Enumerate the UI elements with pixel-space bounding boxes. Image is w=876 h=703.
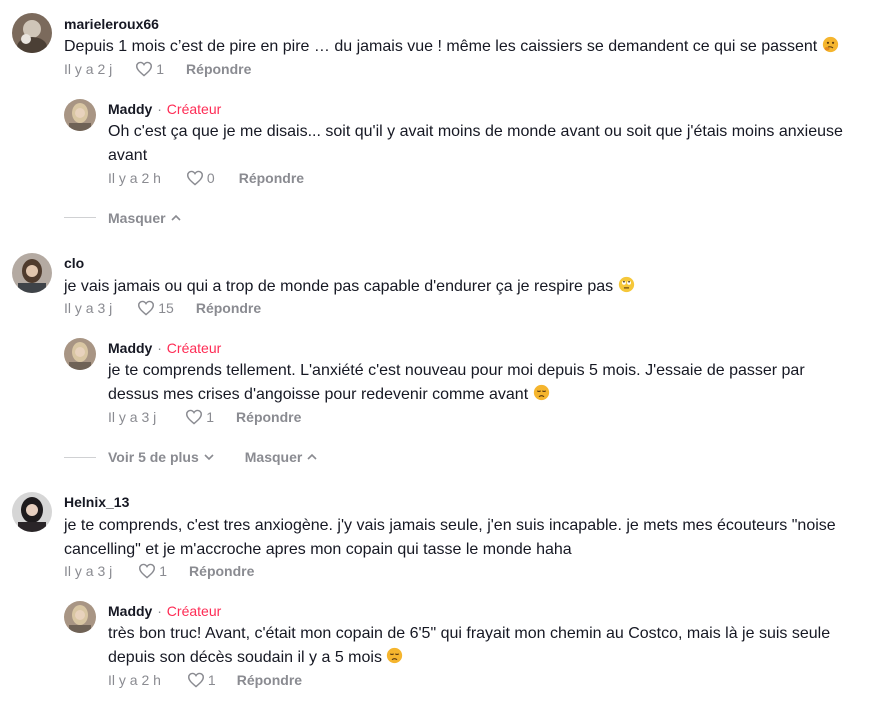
comment-timestamp: Il y a 3 j [64, 300, 113, 316]
thread-controls: Masquer [108, 210, 181, 226]
reply-button[interactable]: Répondre [196, 300, 261, 316]
like-count: 1 [159, 563, 168, 579]
reply-timestamp: Il y a 2 h [108, 672, 161, 688]
like-button[interactable]: 0 [186, 170, 215, 186]
comment-username[interactable]: clo [64, 255, 84, 271]
view-more-replies-button[interactable]: Voir 5 de plus [108, 449, 214, 465]
heart-icon [136, 61, 153, 77]
like-count: 15 [158, 300, 174, 316]
like-button[interactable]: 15 [137, 300, 174, 316]
heart-icon [139, 563, 156, 579]
creator-badge: Créateur [166, 101, 222, 117]
comment-username[interactable]: marieleroux66 [64, 16, 159, 32]
comment-meta: Il y a 3 j 1 Répondre [64, 563, 254, 579]
reply-author[interactable]: Maddy [108, 340, 152, 356]
comment-meta: Il y a 3 j 15 Répondre [64, 300, 261, 316]
reply-author[interactable]: Maddy [108, 603, 152, 619]
like-button[interactable]: 1 [138, 563, 167, 579]
comment-text: je vais jamais ou qui a trop de monde pa… [64, 275, 864, 299]
like-count: 1 [206, 409, 215, 425]
reply-username: Maddy · Créateur [108, 101, 221, 117]
disappointed-face-icon [533, 384, 549, 401]
reply-button[interactable]: Répondre [239, 170, 304, 186]
reply-text: je te comprends tellement. L'anxiété c'e… [108, 362, 805, 403]
comment-meta: Il y a 2 j 1 Répondre [64, 61, 251, 77]
like-count: 1 [207, 672, 216, 688]
heart-icon [187, 672, 204, 688]
comment-username[interactable]: Helnix_13 [64, 494, 129, 510]
avatar[interactable] [12, 13, 52, 53]
separator: · [157, 603, 162, 619]
reply-username: Maddy · Créateur [108, 340, 221, 356]
separator: · [157, 101, 162, 117]
reply-button[interactable]: Répondre [237, 672, 302, 688]
like-count: 1 [156, 61, 165, 77]
thread-controls: Voir 5 de plus Masquer [108, 449, 317, 465]
thinking-face-icon [822, 36, 838, 53]
hide-replies-button[interactable]: Masquer [245, 449, 318, 465]
like-button[interactable]: 1 [185, 409, 214, 425]
reply-meta: Il y a 3 j 1 Répondre [108, 409, 301, 425]
comment-text: Depuis 1 mois c’est de pire en pire … du… [64, 35, 864, 59]
chevron-up-icon [307, 453, 317, 460]
reply-button[interactable]: Répondre [189, 563, 254, 579]
reply-timestamp: Il y a 2 h [108, 170, 161, 186]
comment-text: je te comprends, c'est tres anxiogène. j… [64, 517, 836, 558]
avatar[interactable] [64, 601, 96, 633]
disappointed-face-icon [387, 647, 403, 664]
comment-timestamp: Il y a 3 j [64, 563, 113, 579]
thread-divider [64, 217, 96, 218]
reply-author[interactable]: Maddy [108, 101, 152, 117]
reply-timestamp: Il y a 3 j [108, 409, 157, 425]
hide-replies-button[interactable]: Masquer [108, 210, 181, 226]
reply-button[interactable]: Répondre [236, 409, 301, 425]
avatar[interactable] [12, 253, 52, 293]
heart-icon [186, 170, 203, 186]
eye-roll-face-icon [618, 276, 634, 293]
thread-divider [64, 457, 96, 458]
like-count: 0 [206, 170, 215, 186]
separator: · [157, 340, 162, 356]
chevron-up-icon [171, 214, 181, 221]
avatar[interactable] [12, 492, 52, 532]
reply-text: très bon truc! Avant, c'était mon copain… [108, 625, 831, 666]
heart-icon [138, 300, 155, 316]
reply-text: Oh c'est ça que je me disais... soit qu'… [108, 123, 843, 164]
reply-meta: Il y a 2 h 0 Répondre [108, 170, 304, 186]
like-button[interactable]: 1 [135, 61, 164, 77]
creator-badge: Créateur [166, 340, 222, 356]
reply-username: Maddy · Créateur [108, 603, 221, 619]
reply-meta: Il y a 2 h 1 Répondre [108, 672, 302, 688]
comment-timestamp: Il y a 2 j [64, 61, 113, 77]
avatar[interactable] [64, 338, 96, 370]
like-button[interactable]: 1 [187, 672, 216, 688]
creator-badge: Créateur [166, 603, 222, 619]
chevron-down-icon [204, 454, 214, 461]
heart-icon [186, 409, 203, 425]
reply-button[interactable]: Répondre [186, 61, 251, 77]
avatar[interactable] [64, 99, 96, 131]
